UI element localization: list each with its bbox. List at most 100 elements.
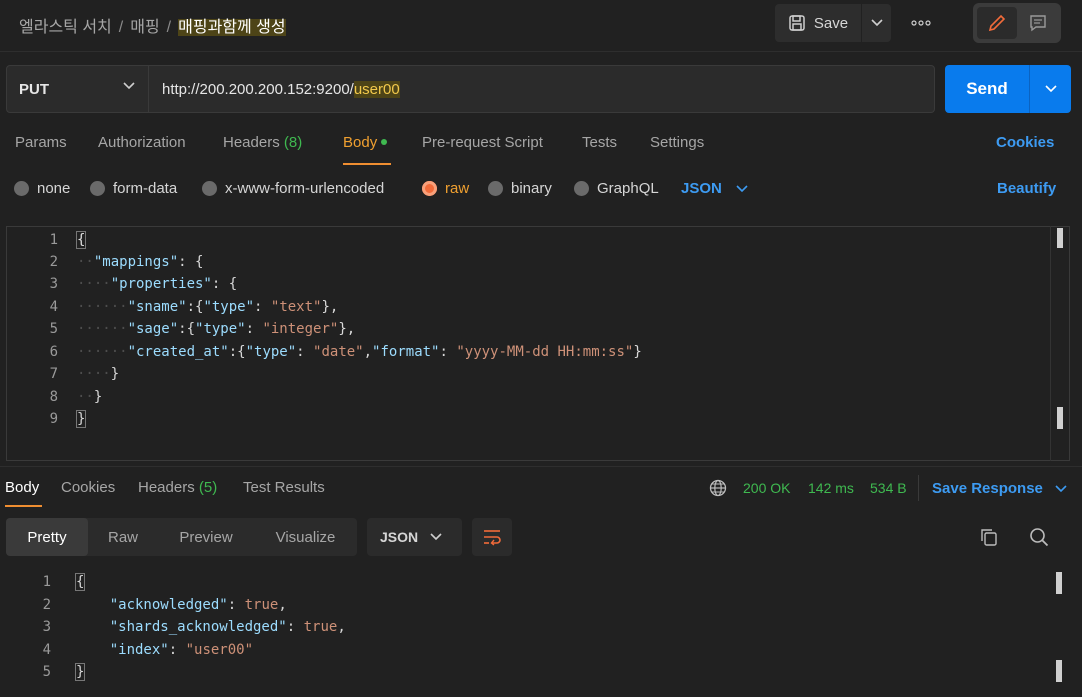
line-number: 1 [49,232,58,248]
tab-headers-count: (8) [283,134,303,151]
code-line: "acknowledged": true, [109,597,287,613]
code-token: "properties" [110,276,212,292]
body-format-select[interactable]: JSON [681,180,748,197]
response-divider[interactable] [0,466,1082,467]
breadcrumb-item-collection[interactable]: 엘라스틱 서치 [19,19,112,36]
body-type-label: none [37,180,71,197]
body-type-binary[interactable]: binary [488,180,552,197]
cookies-link[interactable]: Cookies [996,134,1054,151]
body-type-graphql[interactable]: GraphQL [574,180,659,197]
tab-pre-request-script[interactable]: Pre-request Script [422,134,543,151]
line-number: 3 [42,619,51,635]
view-visualize-button[interactable]: Visualize [254,518,357,556]
code-token: } [75,410,87,428]
response-tab-cookies[interactable]: Cookies [61,479,115,496]
radio-selected-icon [422,181,437,196]
line-number: 2 [42,597,51,613]
http-method-select[interactable]: PUT [6,65,149,113]
response-viewer-scrollbar[interactable] [1050,570,1070,697]
code-line: { [74,573,86,591]
chevron-down-icon [123,82,135,90]
status-code[interactable]: 200 OK [743,480,790,496]
request-body-editor[interactable]: 1 2 3 4 5 6 7 8 9 { ··"mappings": { ····… [6,226,1070,461]
response-format-select[interactable]: JSON [367,518,462,556]
chevron-down-icon [430,533,442,541]
code-line: ······"sage":{"type": "integer"}, [77,321,356,337]
request-editor-scrollbar[interactable] [1050,226,1070,461]
code-line: "index": "user00" [109,642,254,658]
breadcrumb-separator: / [166,19,172,36]
body-type-none[interactable]: none [14,180,70,197]
code-token: "type" [203,299,255,315]
code-token: "sage" [127,321,179,337]
breadcrumb-current-request[interactable]: 매핑과함께 생성 [178,19,286,36]
tab-body[interactable]: Body [343,134,388,151]
breadcrumb-item-folder[interactable]: 매핑 [130,19,159,36]
body-type-urlencoded[interactable]: x-www-form-urlencoded [202,180,384,197]
line-number: 1 [42,574,51,590]
response-tab-test-results[interactable]: Test Results [243,479,325,496]
url-input[interactable]: http://200.200.200.152:9200/user00 [149,65,935,113]
copy-icon[interactable] [979,527,999,547]
modified-indicator-dot [381,138,388,145]
body-type-raw[interactable]: raw [422,180,469,197]
line-number: 8 [49,389,58,405]
editor-mode-toggle [973,3,1061,43]
tab-headers-label: Headers [223,134,280,151]
scroll-marker [1057,407,1063,429]
view-pretty-button[interactable]: Pretty [6,518,88,556]
save-button[interactable]: Save [775,4,861,42]
floppy-disk-icon [789,15,805,31]
code-line: "shards_acknowledged": true, [109,619,346,635]
response-body-viewer[interactable]: 1 2 3 4 5 { "acknowledged": true, "shard… [0,570,1082,697]
send-button[interactable]: Send [945,65,1029,113]
globe-icon[interactable] [709,479,727,497]
pencil-icon [988,14,1006,32]
save-label: Save [813,14,849,32]
tab-params[interactable]: Params [15,134,67,151]
code-line: ······"sname":{"type": "text"}, [77,299,339,315]
radio-icon [14,181,29,196]
save-response-button[interactable]: Save Response [932,480,1067,497]
line-number: 2 [49,254,58,270]
body-type-form-data[interactable]: form-data [90,180,177,197]
line-number: 9 [49,411,58,427]
tab-settings[interactable]: Settings [650,134,704,151]
chevron-down-icon [736,184,748,192]
code-token: "shards_acknowledged" [109,619,287,635]
code-token: } [93,389,103,405]
code-token: "sname" [127,299,187,315]
body-type-label: form-data [113,180,178,197]
beautify-button[interactable]: Beautify [997,180,1056,197]
code-line: ····} [77,366,120,382]
response-tab-headers[interactable]: Headers (5) [138,479,217,496]
comment-icon [1030,15,1046,32]
view-raw-button[interactable]: Raw [88,518,158,556]
url-value: http://200.200.200.152:9200/user00 [162,81,400,98]
code-token: { [74,573,86,591]
code-token: "created_at" [127,344,229,360]
scroll-marker [1056,660,1062,682]
tab-tests[interactable]: Tests [582,134,617,151]
response-time[interactable]: 142 ms [808,480,854,496]
response-tab-body[interactable]: Body [5,479,39,496]
edit-mode-button[interactable] [977,7,1017,39]
tab-headers[interactable]: Headers (8) [223,134,302,151]
comments-mode-button[interactable] [1019,7,1057,39]
search-icon[interactable] [1029,527,1049,547]
code-token: "index" [109,642,169,658]
tab-authorization[interactable]: Authorization [98,134,186,151]
more-actions-button[interactable] [906,13,936,33]
view-preview-button[interactable]: Preview [158,518,254,556]
line-number: 3 [49,276,58,292]
save-options-button[interactable] [861,4,891,42]
code-line: { [75,231,87,249]
save-response-label: Save Response [932,480,1043,497]
line-number: 5 [49,321,58,337]
wrap-lines-button[interactable] [472,518,512,556]
response-size[interactable]: 534 B [870,480,907,496]
send-options-button[interactable] [1029,65,1071,113]
active-tab-indicator [343,163,391,165]
code-token: "format" [372,344,440,360]
code-token: "mappings" [93,254,179,270]
